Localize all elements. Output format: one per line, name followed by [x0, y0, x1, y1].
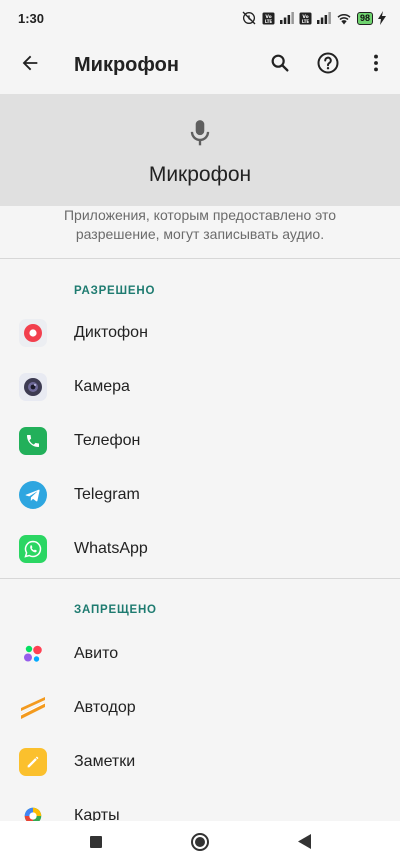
section-header-denied: ЗАПРЕЩЕНО — [74, 604, 157, 616]
recorder-icon — [19, 319, 47, 347]
svg-text:LTE: LTE — [265, 19, 273, 24]
battery-level: 98 — [359, 13, 370, 23]
volte-icon-2: Vo LTE — [299, 12, 312, 25]
recents-button[interactable] — [76, 824, 116, 864]
home-button[interactable] — [180, 824, 220, 864]
back-button[interactable] — [2, 37, 58, 93]
home-circle-icon — [190, 832, 210, 857]
permission-header: Микрофон — [0, 94, 400, 206]
status-bar: 1:30 Vo LTE Vo LTE 98 — [0, 0, 400, 36]
app-row-whatsapp[interactable]: WhatsApp — [0, 522, 400, 576]
app-name: Камера — [74, 378, 130, 395]
app-row-avtodor[interactable]: Автодор — [0, 681, 400, 735]
more-vert-icon — [365, 52, 387, 79]
app-row-telegram[interactable]: Telegram — [0, 468, 400, 522]
divider — [0, 578, 400, 579]
avtodor-icon — [19, 694, 47, 722]
app-name: Телефон — [74, 432, 141, 449]
app-name: Заметки — [74, 753, 136, 770]
more-options-button[interactable] — [352, 41, 400, 89]
app-name: Автодор — [74, 699, 136, 716]
status-icons: Vo LTE Vo LTE 98 — [241, 10, 386, 26]
section-header-allowed: РАЗРЕШЕНО — [74, 285, 156, 297]
permission-description: Приложения, которым предоставлено это ра… — [63, 207, 337, 242]
charging-icon — [378, 11, 386, 25]
navigation-bar — [0, 821, 400, 867]
square-icon — [90, 835, 102, 853]
permission-title: Микрофон — [148, 163, 252, 186]
app-row-notes[interactable]: Заметки — [0, 735, 400, 789]
battery-icon: 98 — [356, 11, 373, 25]
signal-icon — [279, 12, 294, 24]
page-title: Микрофон — [74, 53, 179, 76]
wifi-icon — [336, 12, 352, 25]
help-icon — [316, 51, 340, 80]
triangle-back-icon — [297, 834, 311, 854]
app-row-avito[interactable]: Авито — [0, 627, 400, 681]
volte-icon: Vo LTE — [262, 12, 275, 25]
help-button[interactable] — [304, 41, 352, 89]
app-row-recorder[interactable]: Диктофон — [0, 306, 400, 360]
arrow-back-icon — [19, 52, 41, 79]
nav-back-button[interactable] — [284, 824, 324, 864]
microphone-icon — [187, 118, 213, 153]
svg-text:LTE: LTE — [302, 19, 310, 24]
alarm-off-icon — [241, 10, 257, 26]
camera-icon — [19, 373, 47, 401]
avito-icon — [19, 640, 47, 668]
phone-icon — [19, 427, 47, 455]
app-name: Telegram — [74, 486, 140, 503]
signal-icon-2 — [316, 12, 331, 24]
app-name: Диктофон — [74, 324, 148, 341]
app-name: Авито — [74, 645, 119, 662]
status-time: 1:30 — [18, 10, 45, 26]
app-bar: Микрофон — [0, 36, 400, 94]
app-name: WhatsApp — [74, 540, 148, 557]
telegram-icon — [19, 481, 47, 509]
app-row-phone[interactable]: Телефон — [0, 414, 400, 468]
whatsapp-icon — [19, 535, 47, 563]
search-button[interactable] — [256, 41, 304, 89]
search-icon — [269, 52, 291, 79]
app-row-camera[interactable]: Камера — [0, 360, 400, 414]
divider — [0, 258, 400, 259]
notes-icon — [19, 748, 47, 776]
